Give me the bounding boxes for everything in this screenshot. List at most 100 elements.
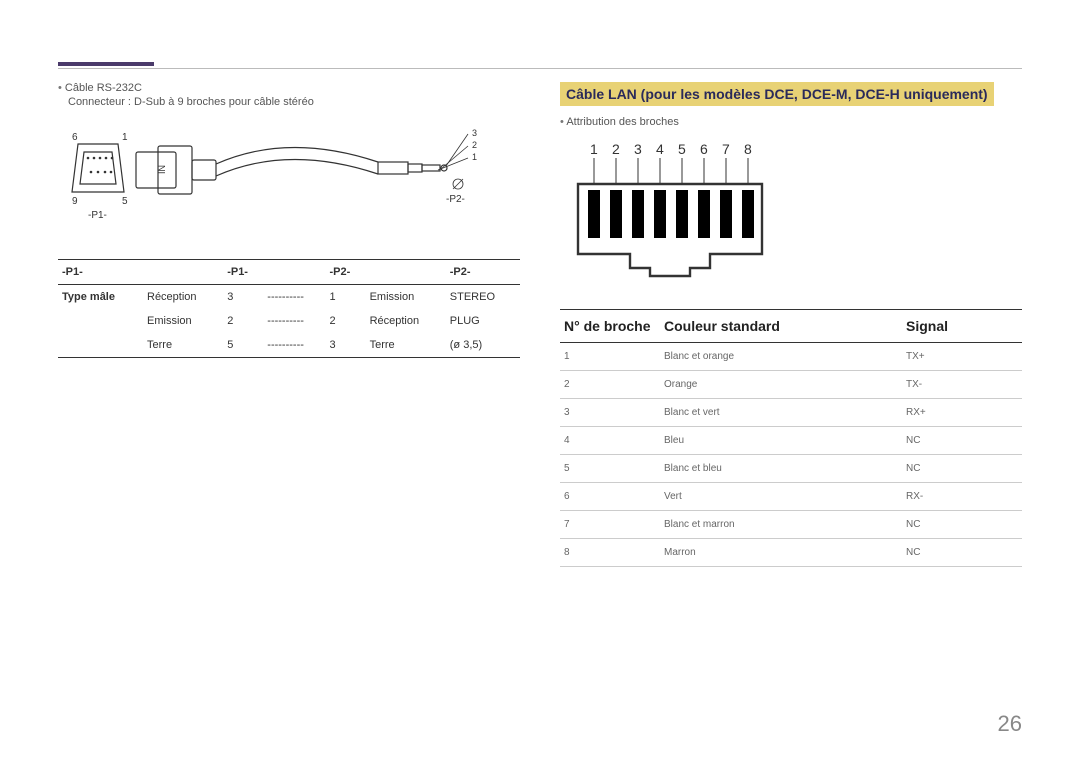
rj45-pin: [676, 190, 688, 238]
cell-color: Orange: [660, 371, 902, 398]
table-cell: ----------: [263, 309, 325, 333]
table-header-row: -P1- -P1- -P2- -P2-: [58, 260, 520, 285]
th-p1b: -P1-: [223, 260, 263, 285]
rj45-pin: [720, 190, 732, 238]
table-cell: 1: [325, 285, 365, 310]
table-cell: Emission: [366, 285, 446, 310]
table-row: Terre5----------3Terre(ø 3,5): [58, 333, 520, 358]
rj45-number: 2: [612, 141, 620, 157]
rs232-cable-svg: 6 1 9 5 -P1- IN: [58, 122, 488, 242]
color-table-row: 2OrangeTX-: [560, 371, 1022, 399]
rj45-number: 3: [634, 141, 642, 157]
rj45-number: 7: [722, 141, 730, 157]
table-cell: Terre: [143, 333, 223, 358]
cell-signal: RX-: [902, 483, 1022, 510]
cell-pin: 1: [560, 343, 660, 370]
table-cell: ----------: [263, 285, 325, 310]
cell-color: Bleu: [660, 427, 902, 454]
col-head-color: Couleur standard: [660, 310, 902, 342]
diagram-pin9-label: 9: [72, 196, 78, 207]
table-cell: Emission: [143, 309, 223, 333]
cell-pin: 3: [560, 399, 660, 426]
table-cell: 2: [325, 309, 365, 333]
table-cell: 2: [223, 309, 263, 333]
rs232-diagram: 6 1 9 5 -P1- IN: [58, 122, 520, 247]
diagram-right-2: 2: [472, 140, 477, 150]
cell-pin: 7: [560, 511, 660, 538]
color-table-body: 1Blanc et orangeTX+2OrangeTX-3Blanc et v…: [560, 343, 1022, 567]
diagram-right-3: 3: [472, 128, 477, 138]
th-blank3: [366, 260, 446, 285]
color-table-row: 4BleuNC: [560, 427, 1022, 455]
col-head-signal: Signal: [902, 310, 1022, 342]
rj45-pin: [742, 190, 754, 238]
diagram-p2-label: -P2-: [446, 194, 465, 205]
rj45-pin: [698, 190, 710, 238]
lan-heading: Câble LAN (pour les modèles DCE, DCE-M, …: [560, 82, 994, 106]
color-table-row: 5Blanc et bleuNC: [560, 455, 1022, 483]
cell-signal: NC: [902, 427, 1022, 454]
rj45-number: 6: [700, 141, 708, 157]
rs232-subtext: Connecteur : D-Sub à 9 broches pour câbl…: [68, 96, 520, 108]
th-blank1: [143, 260, 223, 285]
table-cell: 3: [325, 333, 365, 358]
cell-pin: 5: [560, 455, 660, 482]
th-p2b: -P2-: [446, 260, 520, 285]
table-cell: [58, 309, 143, 333]
page-number: 26: [998, 711, 1022, 737]
lan-bullet: Attribution des broches: [560, 116, 1022, 128]
cell-pin: 2: [560, 371, 660, 398]
table-cell: 3: [223, 285, 263, 310]
cell-signal: NC: [902, 455, 1022, 482]
th-p2a: -P2-: [325, 260, 365, 285]
color-table-row: 7Blanc et marronNC: [560, 511, 1022, 539]
rj45-number: 1: [590, 141, 598, 157]
cell-pin: 8: [560, 539, 660, 566]
color-table-row: 3Blanc et vertRX+: [560, 399, 1022, 427]
table-cell: PLUG: [446, 309, 520, 333]
rj45-pin: [588, 190, 600, 238]
diagram-pin5-label: 5: [122, 196, 128, 207]
diagram-in-label: IN: [157, 165, 167, 174]
col-head-pin: N° de broche: [560, 310, 660, 342]
table-row: Emission2----------2RéceptionPLUG: [58, 309, 520, 333]
rj45-pin: [654, 190, 666, 238]
diagram-pin1-label: 1: [122, 132, 128, 143]
cell-signal: TX-: [902, 371, 1022, 398]
rj45-number: 4: [656, 141, 664, 157]
color-table-row: 8MarronNC: [560, 539, 1022, 567]
table-cell: Type mâle: [58, 285, 143, 310]
rj45-pin: [632, 190, 644, 238]
cell-signal: NC: [902, 539, 1022, 566]
cell-pin: 6: [560, 483, 660, 510]
diagram-right-1: 1: [472, 152, 477, 162]
page-columns: Câble RS-232C Connecteur : D-Sub à 9 bro…: [58, 82, 1022, 567]
th-p1a: -P1-: [58, 260, 143, 285]
rj45-number: 8: [744, 141, 752, 157]
cell-pin: 4: [560, 427, 660, 454]
cell-color: Blanc et orange: [660, 343, 902, 370]
rj45-svg: 12345678: [560, 136, 780, 286]
cell-signal: RX+: [902, 399, 1022, 426]
header-rule: [58, 68, 1022, 69]
rs232-pin-table: -P1- -P1- -P2- -P2- Type mâleRéception3-…: [58, 259, 520, 358]
table-cell: [58, 333, 143, 358]
cell-color: Marron: [660, 539, 902, 566]
cell-signal: NC: [902, 511, 1022, 538]
table-cell: STEREO: [446, 285, 520, 310]
cell-color: Vert: [660, 483, 902, 510]
table-cell: (ø 3,5): [446, 333, 520, 358]
table-cell: Réception: [143, 285, 223, 310]
table-cell: Terre: [366, 333, 446, 358]
color-table-row: 1Blanc et orangeTX+: [560, 343, 1022, 371]
cell-color: Blanc et bleu: [660, 455, 902, 482]
th-blank2: [263, 260, 325, 285]
diagram-pin6-label: 6: [72, 132, 78, 143]
table-row: Type mâleRéception3----------1EmissionST…: [58, 285, 520, 310]
rj45-pin: [610, 190, 622, 238]
cell-signal: TX+: [902, 343, 1022, 370]
table-cell: Réception: [366, 309, 446, 333]
left-column: Câble RS-232C Connecteur : D-Sub à 9 bro…: [58, 82, 520, 567]
table-cell: 5: [223, 333, 263, 358]
diagram-p1-label: -P1-: [88, 210, 107, 221]
